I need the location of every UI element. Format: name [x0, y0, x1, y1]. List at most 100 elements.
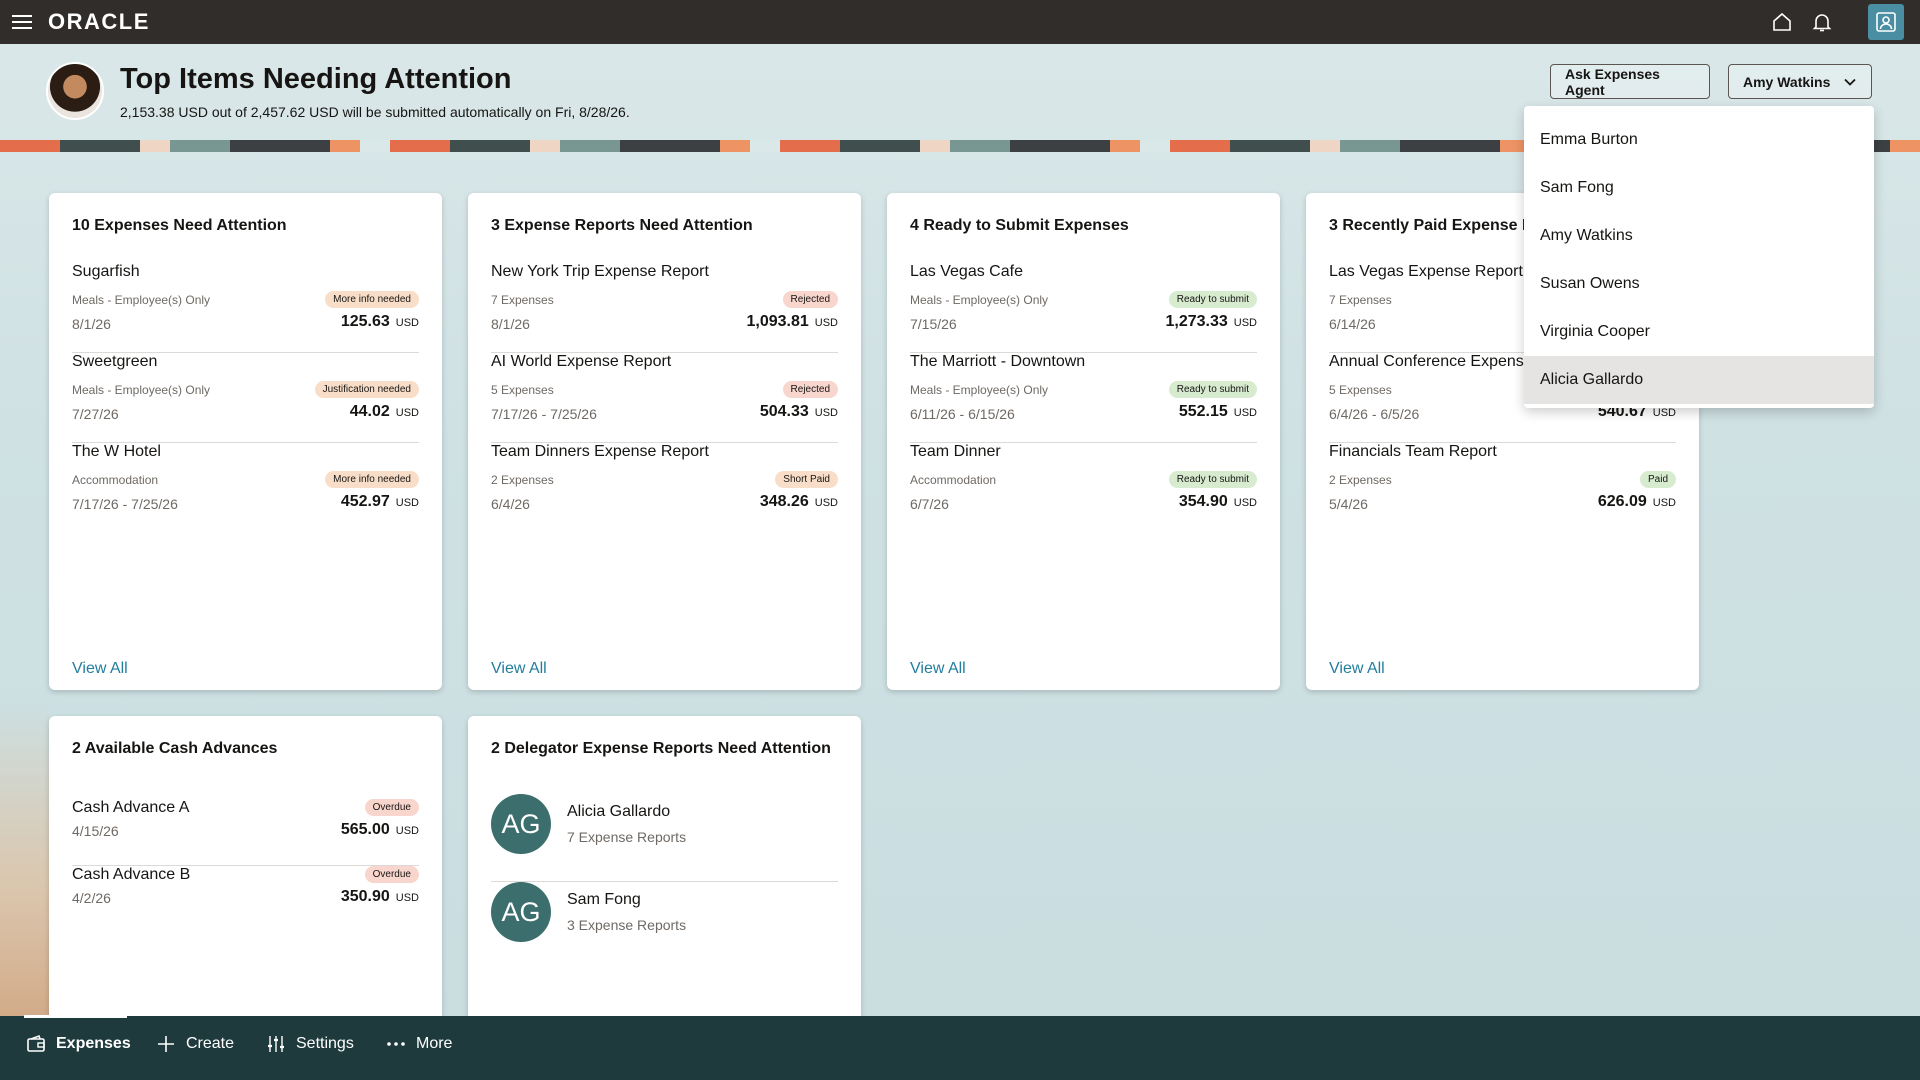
item-date: 8/1/26	[491, 316, 530, 332]
user-profile-button[interactable]	[1868, 4, 1904, 40]
dropdown-option[interactable]: Amy Watkins	[1524, 212, 1874, 260]
item-category: Meals - Employee(s) Only	[910, 383, 1049, 397]
dropdown-option[interactable]: Emma Burton	[1524, 116, 1874, 164]
item-count: 2 Expenses	[1329, 473, 1392, 487]
ready-to-submit-card: 4 Ready to Submit Expenses Las Vegas Caf…	[887, 193, 1280, 690]
item-count: 5 Expenses	[491, 383, 554, 397]
item-name: Cash Advance B	[72, 866, 191, 883]
item-amount: 504.33 USD	[759, 403, 838, 420]
sliders-icon	[268, 1036, 284, 1052]
user-select-button[interactable]: Amy Watkins	[1728, 64, 1872, 99]
item-date: 5/4/26	[1329, 496, 1368, 512]
status-badge: Overdue	[364, 799, 419, 816]
list-item[interactable]: Las Vegas Cafe Meals - Employee(s) Only …	[910, 263, 1257, 353]
ask-expenses-agent-button[interactable]: Ask Expenses Agent	[1550, 64, 1710, 99]
expenses-attention-card: 10 Expenses Need Attention Sugarfish Mea…	[49, 193, 442, 690]
item-amount: 350.90 USD	[340, 888, 419, 905]
page-title: Top Items Needing Attention	[120, 63, 512, 95]
item-date: 7/27/26	[72, 406, 119, 422]
item-name: AI World Expense Report	[491, 353, 672, 370]
profile-photo	[46, 62, 104, 120]
item-amount: 1,273.33 USD	[1165, 313, 1257, 330]
hamburger-menu-icon[interactable]	[12, 12, 32, 32]
item-name: Cash Advance A	[72, 799, 190, 816]
item-name: Team Dinners Expense Report	[491, 443, 709, 460]
item-name: Financials Team Report	[1329, 443, 1497, 460]
user-select-dropdown: Emma Burton Sam Fong Amy Watkins Susan O…	[1524, 106, 1874, 408]
item-name: Sweetgreen	[72, 353, 158, 370]
dropdown-option[interactable]: Virginia Cooper	[1524, 308, 1874, 356]
top-bar: ORACLE	[0, 0, 1920, 44]
item-date: 6/14/26	[1329, 316, 1376, 332]
list-item[interactable]: Team Dinner Accommodation 6/7/26 Ready t…	[910, 443, 1257, 533]
list-item[interactable]: The W Hotel Accommodation 7/17/26 - 7/25…	[72, 443, 419, 533]
item-name: Las Vegas Cafe	[910, 263, 1023, 280]
card-title: 2 Delegator Expense Reports Need Attenti…	[491, 740, 831, 757]
item-amount: 565.00 USD	[340, 821, 419, 838]
more-dots-icon	[387, 1042, 405, 1046]
status-badge: Ready to submit	[1168, 291, 1257, 308]
item-amount: 626.09 USD	[1597, 493, 1676, 510]
list-item[interactable]: Cash Advance A 4/15/26 Overdue 565.00 USD	[72, 799, 419, 866]
dropdown-option-highlighted[interactable]: Alicia Gallardo	[1524, 356, 1874, 404]
item-name: Sugarfish	[72, 263, 140, 280]
list-item[interactable]: Team Dinners Expense Report 2 Expenses 6…	[491, 443, 838, 533]
item-date: 6/4/26 - 6/5/26	[1329, 406, 1420, 422]
delegator-report-count: 7 Expense Reports	[567, 829, 687, 845]
item-date: 7/17/26 - 7/25/26	[491, 406, 597, 422]
status-badge: Rejected	[782, 381, 838, 398]
item-date: 4/15/26	[72, 823, 119, 839]
nav-settings[interactable]: Settings	[266, 1034, 354, 1054]
delegator-name: Sam Fong	[567, 891, 641, 908]
item-date: 6/7/26	[910, 496, 949, 512]
item-count: 2 Expenses	[491, 473, 554, 487]
delegator-item[interactable]: AG Sam Fong 3 Expense Reports	[491, 882, 838, 970]
list-item[interactable]: The Marriott - Downtown Meals - Employee…	[910, 353, 1257, 443]
item-amount: 552.15 USD	[1178, 403, 1257, 420]
list-item[interactable]: New York Trip Expense Report 7 Expenses …	[491, 263, 838, 353]
list-item[interactable]: AI World Expense Report 5 Expenses 7/17/…	[491, 353, 838, 443]
avatar: AG	[491, 794, 551, 854]
nav-label: Expenses	[56, 1035, 131, 1052]
item-name: The W Hotel	[72, 443, 161, 460]
nav-more[interactable]: More	[386, 1034, 452, 1054]
item-name: Annual Conference Expens	[1329, 353, 1524, 370]
view-all-link[interactable]: View All	[491, 660, 547, 678]
home-icon[interactable]	[1770, 10, 1794, 34]
item-count: 7 Expenses	[1329, 293, 1392, 307]
list-item[interactable]: Cash Advance B 4/2/26 Overdue 350.90 USD	[72, 866, 419, 933]
item-category: Accommodation	[72, 473, 159, 487]
dropdown-option[interactable]: Sam Fong	[1524, 164, 1874, 212]
delegator-item[interactable]: AG Alicia Gallardo 7 Expense Reports	[491, 794, 838, 882]
dropdown-option[interactable]: Susan Owens	[1524, 260, 1874, 308]
status-badge: Justification needed	[314, 381, 419, 398]
list-item[interactable]: Sugarfish Meals - Employee(s) Only 8/1/2…	[72, 263, 419, 353]
item-amount: 125.63 USD	[340, 313, 419, 330]
list-item[interactable]: Sweetgreen Meals - Employee(s) Only 7/27…	[72, 353, 419, 443]
view-all-link[interactable]: View All	[1329, 660, 1385, 678]
item-date: 7/15/26	[910, 316, 957, 332]
reports-attention-card: 3 Expense Reports Need Attention New Yor…	[468, 193, 861, 690]
nav-label: More	[416, 1035, 453, 1052]
bell-icon[interactable]	[1810, 10, 1834, 34]
view-all-link[interactable]: View All	[910, 660, 966, 678]
item-date: 6/4/26	[491, 496, 530, 512]
page-subtitle: 2,153.38 USD out of 2,457.62 USD will be…	[120, 104, 630, 120]
item-name: Team Dinner	[910, 443, 1001, 460]
nav-create[interactable]: Create	[156, 1034, 234, 1054]
item-category: Meals - Employee(s) Only	[72, 383, 211, 397]
oracle-logo[interactable]: ORACLE	[48, 9, 150, 35]
list-item[interactable]: Financials Team Report 2 Expenses 5/4/26…	[1329, 443, 1676, 533]
user-select-label: Amy Watkins	[1743, 73, 1831, 90]
view-all-link[interactable]: View All	[72, 660, 128, 678]
card-title: 3 Expense Reports Need Attention	[491, 217, 753, 234]
item-category: Meals - Employee(s) Only	[72, 293, 211, 307]
nav-expenses[interactable]: Expenses	[26, 1034, 131, 1054]
item-amount: 1,093.81 USD	[746, 313, 838, 330]
item-count: 7 Expenses	[491, 293, 554, 307]
item-date: 8/1/26	[72, 316, 111, 332]
status-badge: Overdue	[364, 866, 419, 883]
active-tab-indicator	[24, 1015, 127, 1018]
card-title: 2 Available Cash Advances	[72, 740, 278, 757]
item-amount: 348.26 USD	[759, 493, 838, 510]
